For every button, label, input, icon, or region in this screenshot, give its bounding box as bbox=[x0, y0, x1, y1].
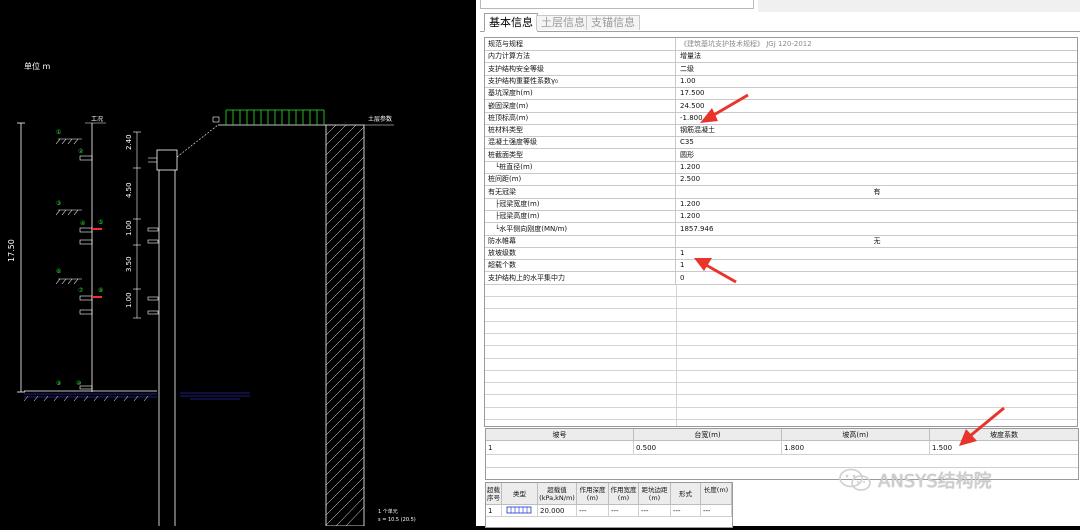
annotation-arrows bbox=[694, 93, 1005, 446]
watermark-text: ANSYS结构院 bbox=[878, 471, 992, 492]
watermark: ANSYS结构院 bbox=[838, 466, 992, 494]
red-arrow-2 bbox=[694, 258, 737, 284]
red-arrow-3 bbox=[959, 406, 1005, 446]
red-arrow-1 bbox=[700, 93, 749, 123]
wechat-icon bbox=[839, 468, 871, 491]
